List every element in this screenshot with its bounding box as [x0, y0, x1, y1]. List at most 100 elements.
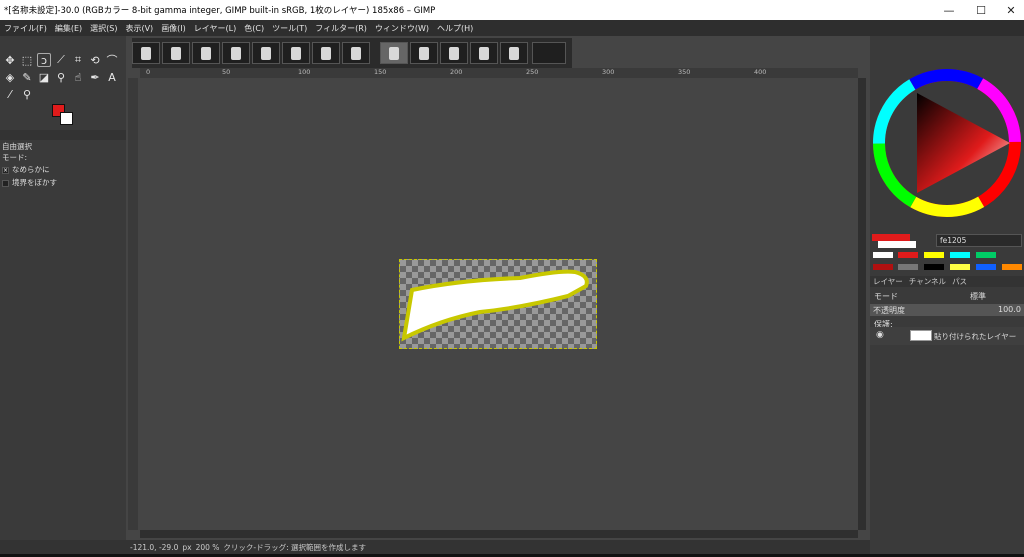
palette-swatch[interactable]	[898, 252, 918, 258]
menu-filters[interactable]: フィルター(R)	[311, 23, 371, 34]
clone-tool-icon[interactable]: ⚲	[54, 70, 68, 84]
menu-colors[interactable]: 色(C)	[240, 23, 268, 34]
palette-swatch[interactable]	[976, 252, 996, 258]
right-dock: fe1205 レイヤー チャンネル パス モード 標準 不透明度 100.0 保…	[870, 36, 1024, 554]
paintbrush-tool-icon[interactable]: ✎	[20, 70, 34, 84]
layer-name[interactable]: 貼り付けられたレイヤー	[934, 331, 1016, 342]
image-tabs-bar	[132, 38, 572, 68]
image-tab[interactable]	[440, 42, 468, 64]
image-tab[interactable]	[380, 42, 408, 64]
image-tab[interactable]	[312, 42, 340, 64]
move-tool-icon[interactable]: ✥	[3, 53, 17, 67]
antialias-label: なめらかに	[12, 165, 50, 174]
image-tab[interactable]	[410, 42, 438, 64]
layer-mode-label: モード	[874, 292, 898, 301]
palette-swatch[interactable]	[950, 264, 970, 270]
horizontal-scrollbar[interactable]	[140, 530, 858, 538]
ruler-mark: 50	[222, 68, 231, 76]
antialias-checkbox[interactable]: ×	[2, 166, 9, 174]
fuzzy-select-tool-icon[interactable]: ⟋	[54, 53, 68, 67]
eraser-tool-icon[interactable]: ◪	[37, 70, 51, 84]
status-bar: -121.0, -29.0 px 200 % クリック-ドラッグ: 選択範囲を作…	[126, 540, 870, 554]
bucket-fill-tool-icon[interactable]: ◈	[3, 70, 17, 84]
ruler-mark: 350	[678, 68, 691, 76]
crop-tool-icon[interactable]: ⌗	[71, 53, 85, 67]
tab-paths[interactable]: パス	[949, 276, 970, 287]
palette-swatch[interactable]	[873, 264, 893, 270]
palette-swatch[interactable]	[950, 252, 970, 258]
hex-color-input[interactable]: fe1205	[936, 234, 1022, 247]
image-tab[interactable]	[342, 42, 370, 64]
pointer-coords: -121.0, -29.0	[130, 542, 179, 552]
palette-swatch[interactable]	[924, 264, 944, 270]
feather-checkbox[interactable]	[2, 179, 9, 187]
zoom-tool-icon[interactable]: ⚲	[20, 87, 34, 101]
dock-fg-color[interactable]	[872, 234, 910, 241]
palette-swatch[interactable]	[898, 264, 918, 270]
unit-selector[interactable]: px	[182, 543, 191, 552]
image-tab[interactable]	[162, 42, 190, 64]
zoom-selector[interactable]: 200 %	[196, 543, 220, 552]
menu-layer[interactable]: レイヤー(L)	[190, 23, 240, 34]
title-bar: *[名称未設定]-30.0 (RGBカラー 8-bit gamma intege…	[0, 0, 1024, 20]
menu-edit[interactable]: 編集(E)	[51, 23, 86, 34]
menu-image[interactable]: 画像(I)	[157, 23, 190, 34]
ruler-mark: 0	[146, 68, 151, 76]
dock-header	[870, 20, 1024, 36]
palette-swatch[interactable]	[873, 252, 893, 258]
palette-swatch[interactable]	[924, 252, 944, 258]
ruler-mark: 250	[526, 68, 539, 76]
transform-tool-icon[interactable]: ⟲	[88, 53, 102, 67]
tab-channels[interactable]: チャンネル	[906, 276, 949, 287]
color-wheel[interactable]	[872, 68, 1022, 218]
menu-help[interactable]: ヘルプ(H)	[433, 23, 477, 34]
menu-tools[interactable]: ツール(T)	[268, 23, 311, 34]
ruler-mark: 100	[298, 68, 311, 76]
color-picker-tool-icon[interactable]: ⁄	[3, 87, 17, 101]
layer-row[interactable]: ◉ 貼り付けられたレイヤー	[870, 327, 1024, 345]
menu-file[interactable]: ファイル(F)	[0, 23, 51, 34]
background-color-swatch[interactable]	[60, 112, 73, 125]
close-button[interactable]: ✕	[992, 0, 1024, 20]
image-tab[interactable]	[252, 42, 280, 64]
palette-swatch[interactable]	[976, 264, 996, 270]
image-tab[interactable]	[132, 42, 160, 64]
layer-mode-select[interactable]: 標準	[970, 291, 986, 302]
horizontal-ruler[interactable]: 0 50 100 150 200 250 300 350 400	[140, 68, 858, 78]
antialias-option[interactable]: × なめらかに	[2, 164, 50, 175]
tab-layers[interactable]: レイヤー	[870, 276, 906, 287]
toolbox-bottom-bar	[0, 540, 126, 554]
palette-swatch[interactable]	[1002, 264, 1022, 270]
ruler-mark: 150	[374, 68, 387, 76]
vertical-scrollbar[interactable]	[858, 78, 866, 530]
feather-label: 境界をぼかす	[12, 178, 57, 187]
menu-bar: ファイル(F) 編集(E) 選択(S) 表示(V) 画像(I) レイヤー(L) …	[0, 20, 870, 36]
layers-dock-tabs: レイヤー チャンネル パス	[870, 276, 1024, 287]
window-title: *[名称未設定]-30.0 (RGBカラー 8-bit gamma intege…	[4, 6, 436, 16]
feather-option[interactable]: 境界をぼかす	[2, 177, 57, 188]
eye-icon[interactable]: ◉	[876, 330, 884, 340]
free-select-tool-icon[interactable]: ↄ	[37, 53, 51, 67]
warp-tool-icon[interactable]: ⌒	[105, 53, 119, 67]
dock-bg-color[interactable]	[878, 241, 916, 248]
menu-windows[interactable]: ウィンドウ(W)	[371, 23, 433, 34]
text-tool-icon[interactable]: A	[105, 70, 119, 84]
menu-select[interactable]: 選択(S)	[86, 23, 121, 34]
smudge-tool-icon[interactable]: ☝	[71, 70, 85, 84]
menu-view[interactable]: 表示(V)	[121, 23, 157, 34]
path-tool-icon[interactable]: ✒	[88, 70, 102, 84]
image-tab[interactable]	[282, 42, 310, 64]
image-tab[interactable]	[500, 42, 528, 64]
image-tab[interactable]	[192, 42, 220, 64]
image-canvas[interactable]	[399, 259, 597, 349]
rect-select-tool-icon[interactable]: ⬚	[20, 53, 34, 67]
image-tab[interactable]	[222, 42, 250, 64]
vertical-ruler[interactable]	[128, 78, 138, 530]
ruler-mark: 200	[450, 68, 463, 76]
image-tab-current[interactable]	[532, 42, 566, 64]
opacity-slider[interactable]: 不透明度 100.0	[870, 304, 1024, 316]
ruler-mark: 400	[754, 68, 767, 76]
image-tab[interactable]	[470, 42, 498, 64]
tool-options-tabs[interactable]	[0, 130, 126, 140]
status-message: クリック-ドラッグ: 選択範囲を作成します	[223, 542, 367, 552]
